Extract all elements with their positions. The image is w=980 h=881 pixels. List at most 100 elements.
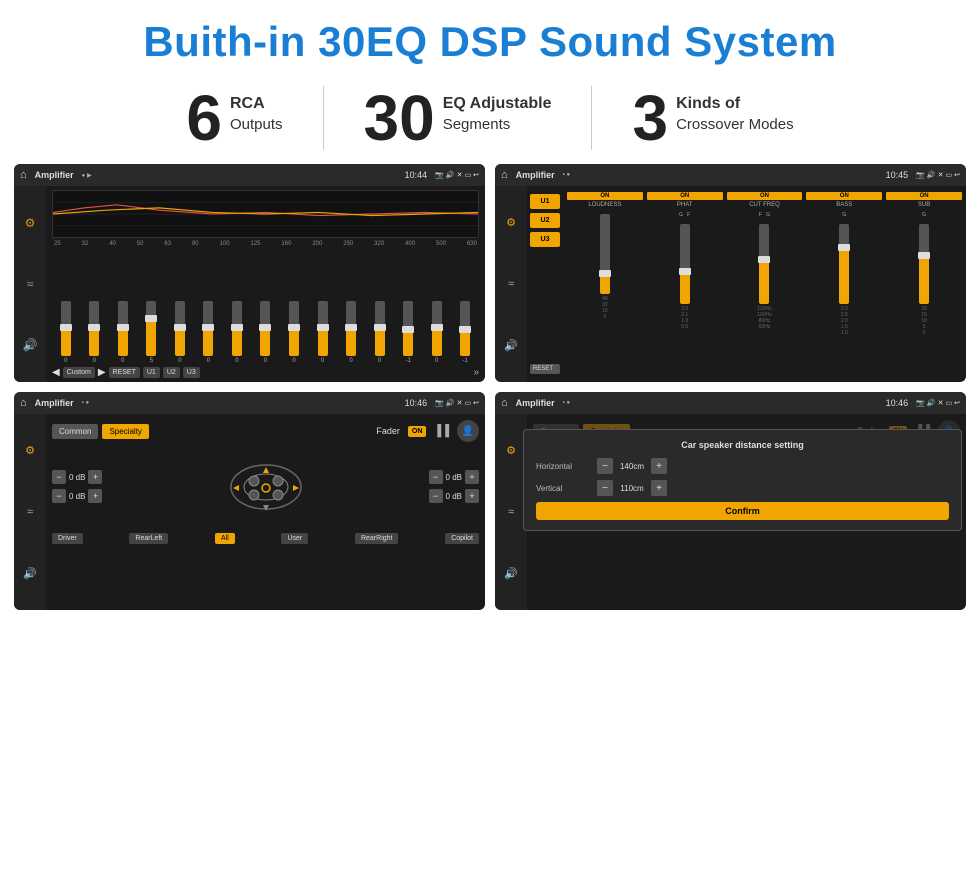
cross-wave-icon[interactable]: ≈ (508, 278, 514, 290)
eq-prev-btn[interactable]: ◀ (52, 367, 60, 378)
stat-label-crossover: Kinds of Crossover Modes (676, 86, 794, 134)
cross-cutfreq-on[interactable]: ON (727, 192, 803, 200)
home-icon[interactable]: ⌂ (20, 169, 27, 181)
cross-home-icon[interactable]: ⌂ (501, 169, 508, 181)
cross-sub-col: ON SUB G 20151050 (886, 192, 962, 376)
dialog-camera-icon: 📷 (916, 399, 925, 407)
dialog-status-bar: ⌂ Amplifier ▪ ● 10:46 📷 🔊 ✕ ▭ ↩ (495, 392, 966, 414)
fader-ch1-val: 0 dB (69, 473, 85, 482)
eq-status-bar: ⌂ Amplifier ● ▶ 10:44 📷 🔊 ✕ ▭ ↩ (14, 164, 485, 186)
fader-ch1: − 0 dB + (52, 470, 102, 484)
fader-ch4-plus[interactable]: + (465, 489, 479, 503)
fader-time: 10:46 (405, 398, 428, 408)
cross-spk-icon[interactable]: 🔊 (504, 339, 518, 352)
cross-dot-icons: ▪ ● (563, 172, 570, 178)
dialog-wave-icon[interactable]: ≈ (508, 506, 514, 518)
camera-icon: 📷 (435, 171, 444, 179)
eq-custom-btn[interactable]: Custom (63, 367, 95, 378)
cross-close-icon: ✕ (938, 171, 944, 179)
dialog-vertical-minus[interactable]: − (597, 480, 613, 496)
stat-number-eq: 30 (364, 86, 435, 150)
fader-copilot-btn[interactable]: Copilot (445, 533, 479, 544)
crossover-panel: ⌂ Amplifier ▪ ● 10:45 📷 🔊 ✕ ▭ ↩ ⚙ ≈ 🔊 U1 (495, 164, 966, 382)
fader-spk-icon[interactable]: 🔊 (23, 567, 37, 580)
eq-reset-btn[interactable]: RESET (109, 367, 140, 378)
fader-specialty-tab[interactable]: Specialty (102, 424, 148, 439)
cross-loudness-on[interactable]: ON (567, 192, 643, 200)
fader-rearright-btn[interactable]: RearRight (355, 533, 399, 544)
eq-wave-icon[interactable]: ≈ (27, 277, 34, 291)
eq-u1-btn[interactable]: U1 (143, 367, 160, 378)
stat-rca: 6 RCA Outputs (146, 86, 323, 150)
fader-ch1-plus[interactable]: + (88, 470, 102, 484)
dialog-vertical-plus[interactable]: + (651, 480, 667, 496)
fader-ch3-plus[interactable]: + (465, 470, 479, 484)
fader-all-btn[interactable]: All (215, 533, 235, 544)
fader-user-btn[interactable]: User (281, 533, 308, 544)
cross-bass-on[interactable]: ON (806, 192, 882, 200)
eq-next-btn[interactable]: ▶ (98, 367, 106, 378)
cross-sub-on[interactable]: ON (886, 192, 962, 200)
cross-volume-icon: 🔊 (927, 171, 936, 179)
eq-controls: ◀ Custom ▶ RESET U1 U2 U3 » (52, 367, 479, 378)
cross-content: ON LOUDNESS 4832160 ON PHAT G F (563, 186, 966, 382)
car-diagram (221, 449, 311, 524)
fader-dot-icons: ▪ ● (82, 400, 89, 406)
cross-reset-btn[interactable]: RESET (530, 364, 560, 374)
dialog-horizontal-row: Horizontal − 140cm + (536, 458, 949, 474)
fader-slider-icon: ▐▐ (433, 425, 449, 437)
stat-crossover: 3 Kinds of Crossover Modes (592, 86, 833, 150)
crossover-screen-body: ⚙ ≈ 🔊 U1 U2 U3 RESET ON LOUDNESS (495, 186, 966, 382)
confirm-button[interactable]: Confirm (536, 502, 949, 520)
eq-time: 10:44 (405, 170, 428, 180)
eq-panel: ⌂ Amplifier ● ▶ 10:44 📷 🔊 ✕ ▭ ↩ ⚙ ≈ 🔊 (14, 164, 485, 382)
fader-rearleft-btn[interactable]: RearLeft (129, 533, 168, 544)
fader-screen-body: ⚙ ≈ 🔊 Common Specialty Fader ON ▐▐ 👤 (14, 414, 485, 610)
cross-eq-icon[interactable]: ⚙ (506, 216, 516, 229)
fader-driver-btn[interactable]: Driver (52, 533, 83, 544)
dialog-vertical-value: 110cm (617, 484, 647, 493)
eq-u2-btn[interactable]: U2 (163, 367, 180, 378)
dialog-horizontal-plus[interactable]: + (651, 458, 667, 474)
dialog-horizontal-minus[interactable]: − (597, 458, 613, 474)
fader-close-icon: ✕ (457, 399, 463, 407)
cross-phat-on[interactable]: ON (647, 192, 723, 200)
eq-filter-icon[interactable]: ⚙ (25, 216, 36, 230)
dialog-dot-icons: ▪ ● (563, 400, 570, 406)
dialog-spk-icon[interactable]: 🔊 (504, 567, 518, 580)
fader-on-badge[interactable]: ON (408, 426, 427, 437)
eq-screen-body: ⚙ ≈ 🔊 (14, 186, 485, 382)
close-icon: ✕ (457, 171, 463, 179)
fader-wave-icon[interactable]: ≈ (27, 506, 33, 518)
eq-slider-col: 0 (260, 301, 270, 364)
dialog-panel: ⌂ Amplifier ▪ ● 10:46 📷 🔊 ✕ ▭ ↩ ⚙ ≈ 🔊 Co… (495, 392, 966, 610)
fader-main: Common Specialty Fader ON ▐▐ 👤 − 0 dB + (46, 414, 485, 610)
cross-phat-col: ON PHAT G F 3.02.11.30.5 (647, 192, 723, 376)
fader-ch3-minus[interactable]: − (429, 470, 443, 484)
fader-ch2-plus[interactable]: + (88, 489, 102, 503)
fader-status-bar: ⌂ Amplifier ▪ ● 10:46 📷 🔊 ✕ ▭ ↩ (14, 392, 485, 414)
stat-label-eq: EQ Adjustable Segments (443, 86, 552, 134)
dialog-home-icon[interactable]: ⌂ (501, 397, 508, 409)
fader-home-icon[interactable]: ⌂ (20, 397, 27, 409)
eq-main: 2532405063 80100125160200 25032040050063… (46, 186, 485, 382)
cross-minimize-icon: ▭ (946, 171, 953, 179)
fader-ch2-minus[interactable]: − (52, 489, 66, 503)
screens-grid: ⌂ Amplifier ● ▶ 10:44 📷 🔊 ✕ ▭ ↩ ⚙ ≈ 🔊 (0, 164, 980, 620)
dialog-eq-icon[interactable]: ⚙ (506, 444, 516, 457)
cross-u2-btn[interactable]: U2 (530, 213, 560, 228)
dialog-vertical-controls: − 110cm + (597, 480, 667, 496)
eq-slider-col: 0 (432, 301, 442, 364)
cross-phat-label: PHAT (677, 202, 693, 208)
eq-u3-btn[interactable]: U3 (183, 367, 200, 378)
fader-ch4-minus[interactable]: − (429, 489, 443, 503)
fader-eq-icon[interactable]: ⚙ (25, 444, 35, 457)
fader-common-tab[interactable]: Common (52, 424, 98, 439)
eq-more-btn[interactable]: » (473, 367, 479, 378)
fader-status-icons: 📷 🔊 ✕ ▭ ↩ (435, 399, 479, 407)
fader-ch1-minus[interactable]: − (52, 470, 66, 484)
cross-u1-btn[interactable]: U1 (530, 194, 560, 209)
cross-u3-btn[interactable]: U3 (530, 232, 560, 247)
cross-presets: U1 U2 U3 RESET (527, 186, 563, 382)
eq-speaker-icon[interactable]: 🔊 (23, 338, 38, 352)
